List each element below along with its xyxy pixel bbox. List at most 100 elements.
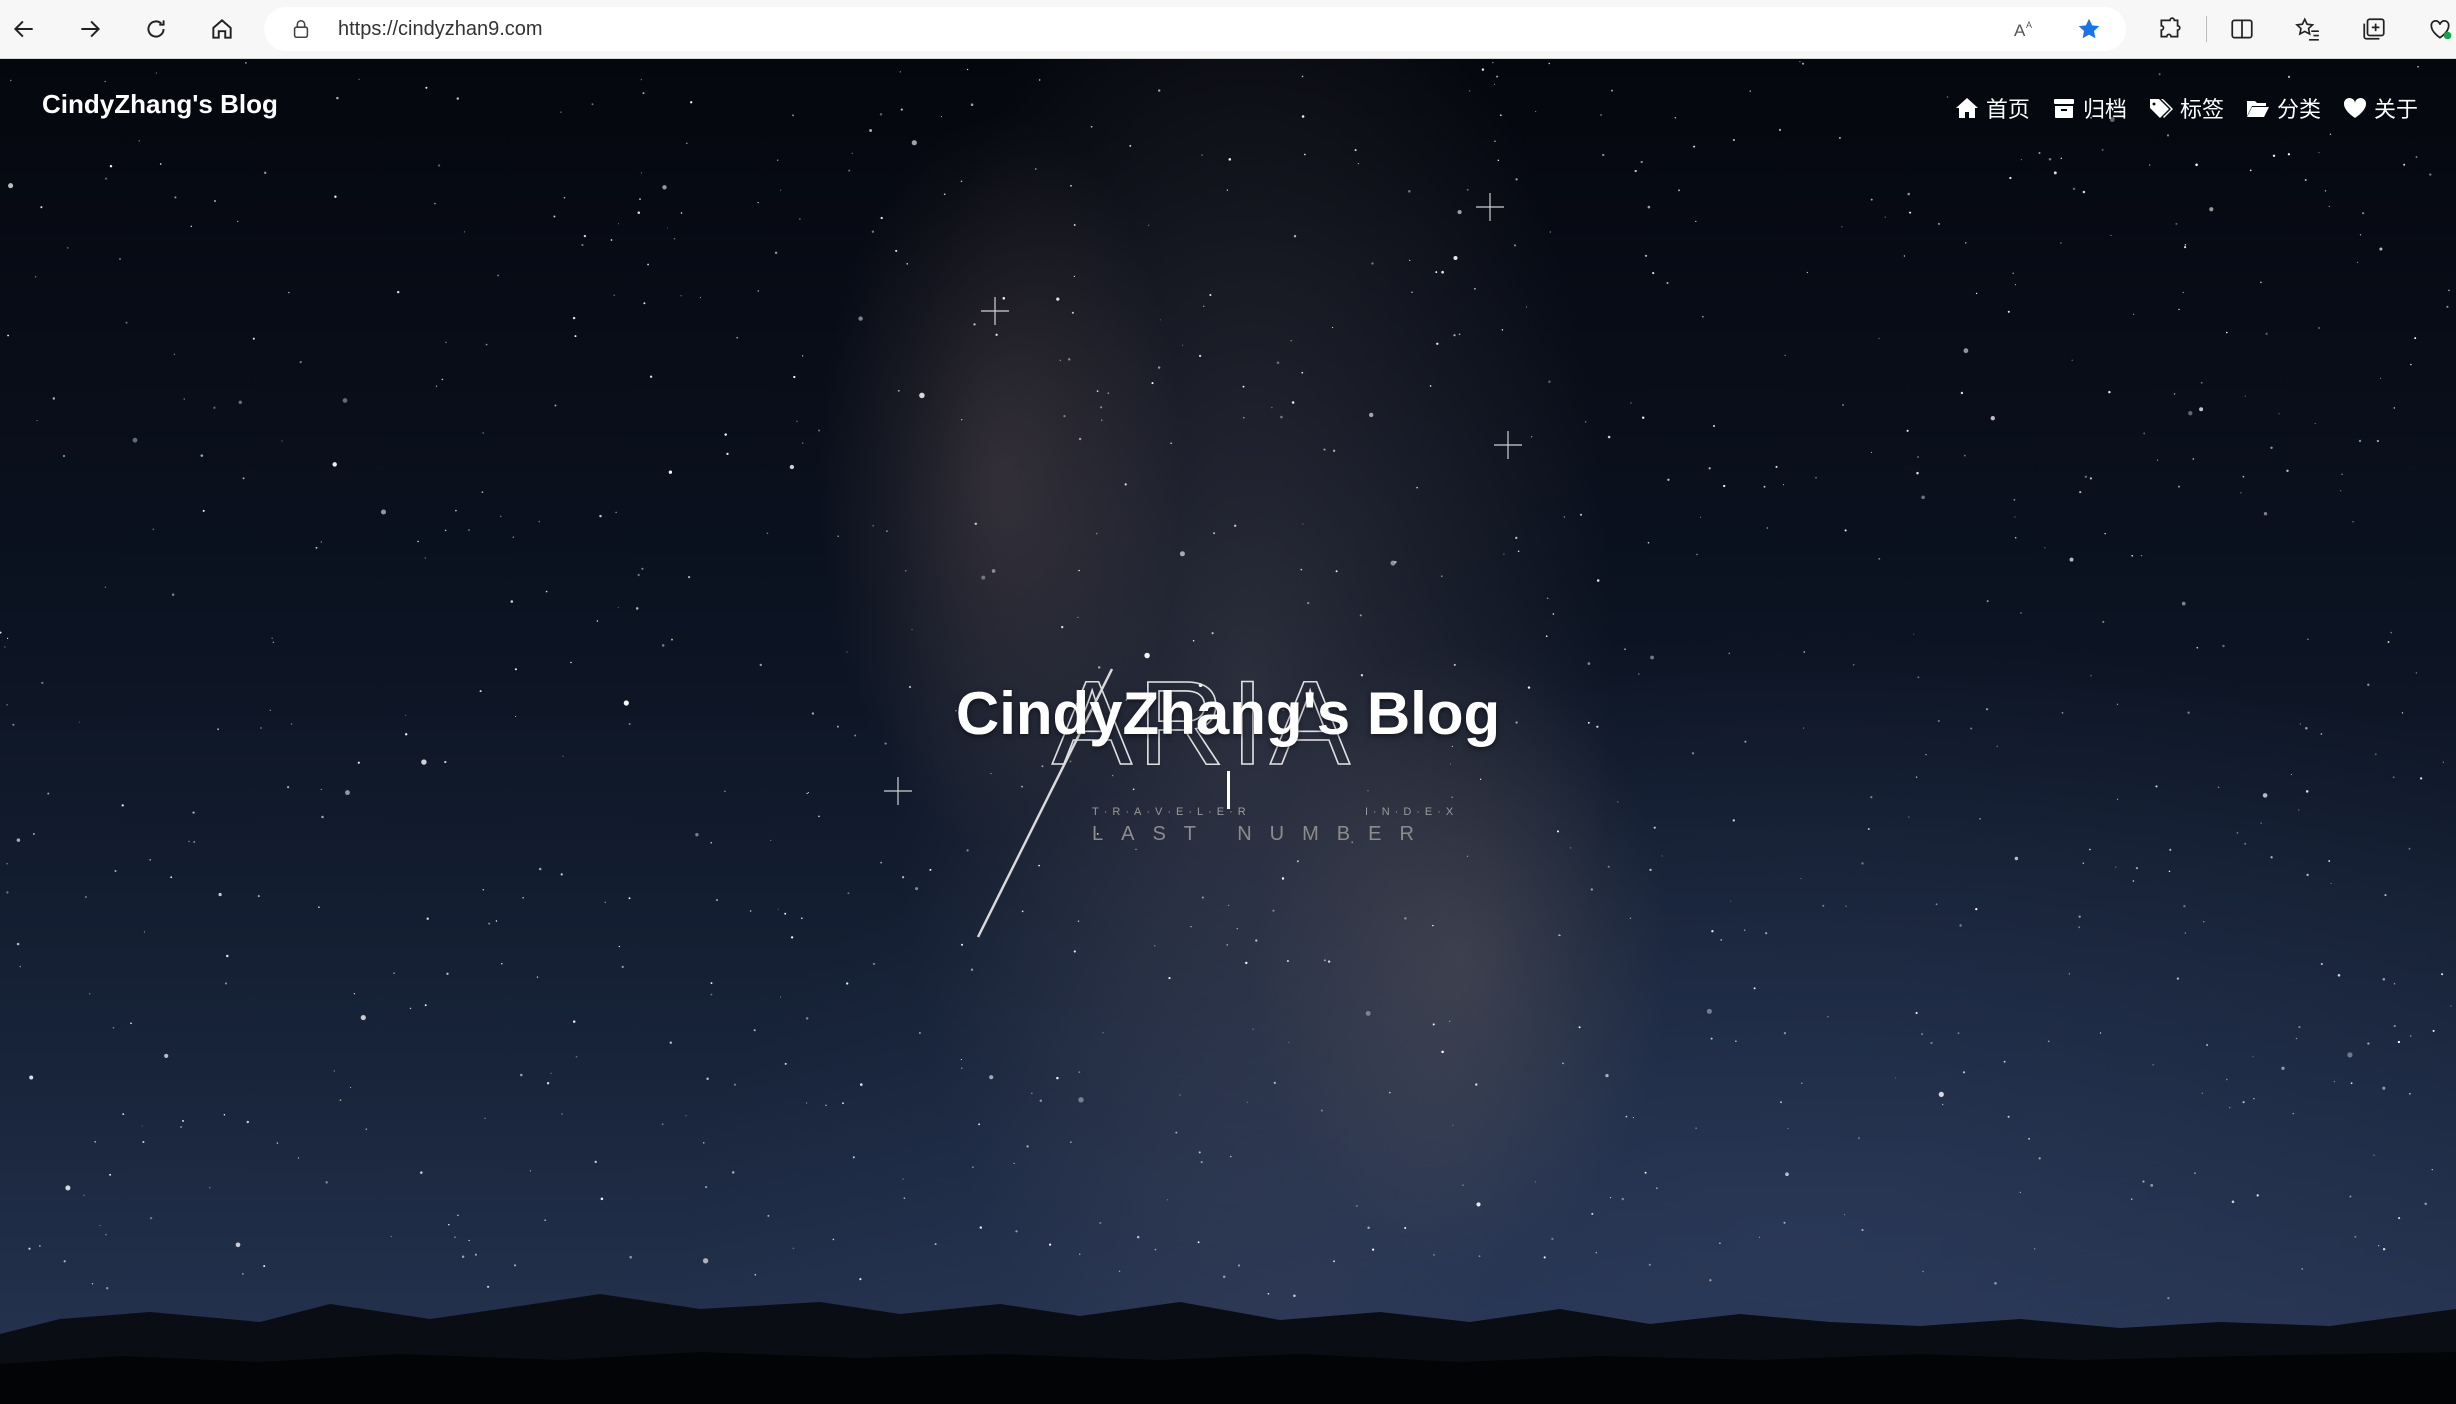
star — [1323, 959, 1326, 962]
nav-item-home[interactable]: 首页 — [1955, 91, 2030, 125]
star — [164, 1053, 169, 1058]
sparkle-star — [1476, 193, 1504, 221]
star — [2132, 880, 2135, 882]
star — [1179, 1094, 1181, 1096]
star — [1644, 254, 1648, 257]
star — [702, 1258, 709, 1264]
nav-item-label: 关于 — [2373, 97, 2418, 122]
collections-button[interactable] — [2358, 13, 2390, 45]
star — [1965, 242, 1967, 244]
star — [832, 1238, 835, 1241]
star — [536, 976, 539, 978]
star — [1369, 412, 1374, 418]
star — [2429, 173, 2432, 176]
star — [468, 1239, 470, 1242]
star — [62, 454, 66, 458]
star — [7, 334, 10, 337]
star — [1408, 259, 1411, 262]
star — [1441, 575, 1443, 577]
star — [1845, 905, 1847, 907]
star — [1333, 1260, 1335, 1263]
star — [1861, 1228, 1864, 1232]
sparkle-star — [884, 777, 912, 805]
star — [1286, 959, 1289, 963]
star — [1230, 1155, 1232, 1158]
star — [574, 335, 577, 338]
star — [1288, 1041, 1290, 1043]
star — [1441, 270, 1444, 274]
read-aloud-icon[interactable]: AA — [2012, 16, 2038, 42]
star — [444, 529, 447, 532]
star — [1242, 385, 1245, 388]
star — [806, 792, 808, 795]
star — [2448, 289, 2450, 292]
star — [1452, 1124, 1454, 1126]
star — [604, 901, 606, 903]
star — [218, 892, 222, 897]
back-button[interactable] — [4, 9, 44, 49]
refresh-button[interactable] — [136, 9, 176, 49]
star — [2228, 1106, 2231, 1109]
nav-item-about[interactable]: 关于 — [2343, 91, 2418, 125]
star — [2184, 244, 2187, 246]
arrow-right-icon — [81, 20, 101, 38]
star — [499, 515, 502, 518]
favorites-button[interactable] — [2292, 13, 2324, 45]
browser-essentials-button[interactable] — [2424, 13, 2456, 45]
star — [1493, 83, 1495, 85]
star — [1531, 436, 1533, 438]
star — [895, 249, 898, 252]
star — [2089, 477, 2092, 480]
star — [837, 535, 839, 537]
star — [779, 996, 782, 998]
star — [661, 644, 665, 647]
star — [662, 185, 667, 190]
favorite-star-icon[interactable] — [2076, 16, 2102, 42]
star — [272, 641, 275, 644]
star — [1160, 319, 1161, 321]
nav-item-archive[interactable]: 归档 — [2052, 91, 2127, 125]
home-button[interactable] — [202, 9, 242, 49]
star — [1158, 89, 1161, 92]
forward-button[interactable] — [70, 9, 110, 49]
star — [1870, 198, 1873, 201]
star — [2048, 157, 2052, 161]
star — [1915, 776, 1918, 778]
star — [190, 225, 193, 228]
star — [2441, 973, 2444, 976]
star — [757, 202, 759, 204]
split-screen-button[interactable] — [2226, 13, 2258, 45]
star — [1335, 570, 1338, 573]
star — [991, 569, 996, 573]
extensions-button[interactable] — [2154, 13, 2186, 45]
star — [339, 1099, 342, 1101]
star — [434, 202, 436, 205]
star — [2102, 620, 2105, 623]
star — [1157, 366, 1161, 369]
star — [2252, 1056, 2254, 1058]
star — [1517, 550, 1520, 553]
star — [1513, 244, 1517, 247]
star — [643, 302, 646, 305]
star — [1766, 527, 1768, 529]
star — [1198, 1151, 1201, 1154]
star — [2380, 377, 2382, 379]
star — [1852, 663, 1855, 666]
star — [8, 183, 14, 189]
address-bar[interactable]: https://cindyzhan9.com AA — [264, 7, 2126, 51]
star — [960, 1059, 962, 1061]
star — [2384, 894, 2387, 897]
star — [1787, 1127, 1789, 1130]
nav-item-tags[interactable]: 标签 — [2149, 91, 2224, 125]
star — [1693, 145, 1696, 148]
star — [1073, 224, 1076, 226]
star — [1462, 1184, 1464, 1186]
star — [903, 1197, 906, 1200]
star — [1870, 796, 1873, 799]
nav-item-categories[interactable]: 分类 — [2246, 91, 2321, 125]
star — [1271, 406, 1273, 409]
star — [1563, 516, 1565, 518]
star — [2278, 413, 2280, 415]
site-brand-link[interactable]: CindyZhang's Blog — [42, 89, 278, 120]
star — [104, 80, 106, 83]
